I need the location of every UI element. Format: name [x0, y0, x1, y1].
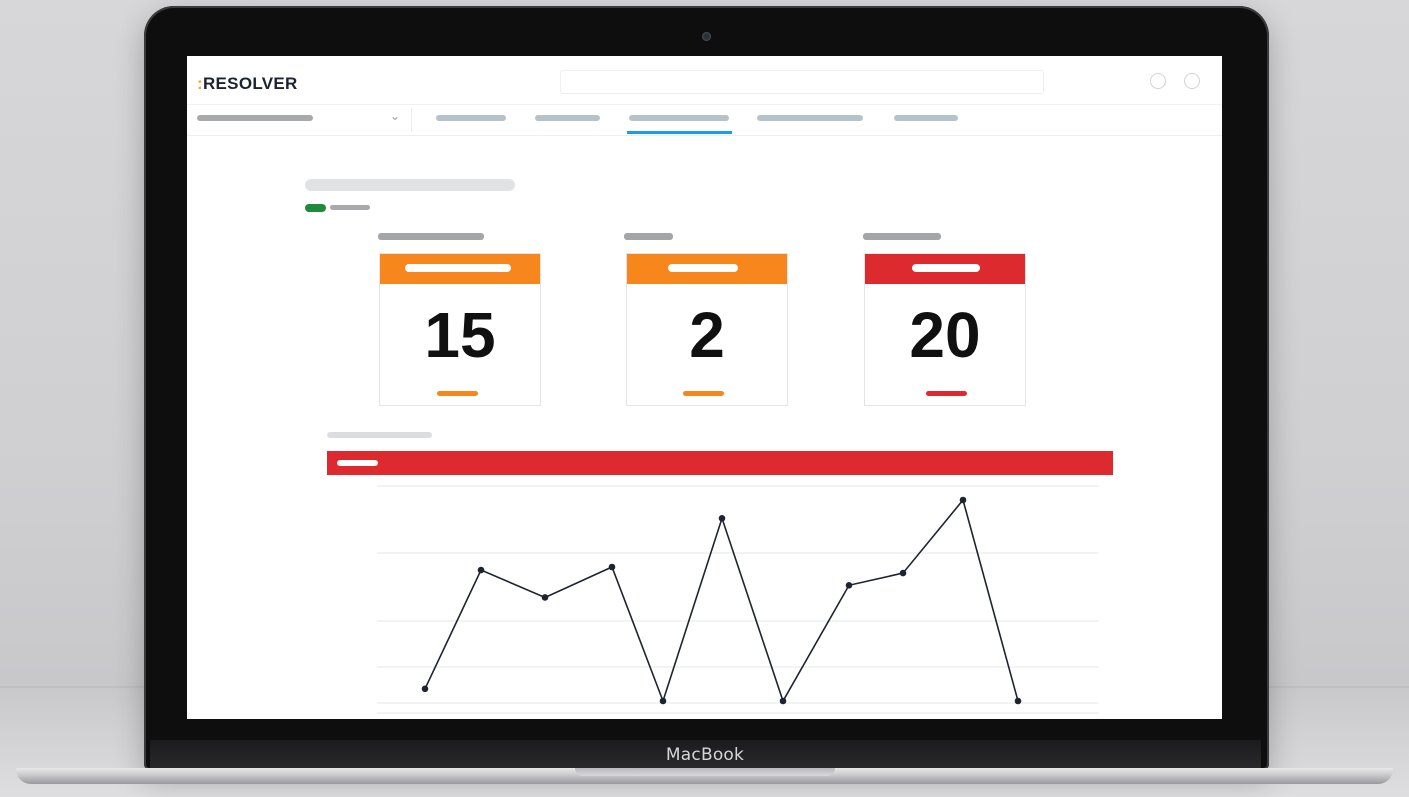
page-title: [305, 179, 515, 191]
card-header: [627, 254, 787, 284]
card-header-label: [912, 264, 980, 272]
card-value: 15: [424, 299, 496, 371]
card-indicator: [926, 391, 967, 396]
nav-bar: ⌄: [187, 104, 1222, 136]
data-point[interactable]: [899, 569, 907, 577]
circle-icon[interactable]: [1184, 73, 1200, 89]
card-header-label: [668, 264, 738, 272]
nav-tab[interactable]: [535, 115, 600, 121]
data-point[interactable]: [845, 581, 853, 589]
section-header-bar: [327, 451, 1113, 475]
card-header-label: [405, 264, 511, 272]
card-label: [378, 233, 484, 240]
status-label: [330, 205, 370, 210]
context-selector[interactable]: [197, 115, 313, 121]
chevron-down-icon[interactable]: ⌄: [390, 109, 400, 123]
nav-tab-active[interactable]: [629, 115, 729, 121]
line-chart: [377, 485, 1099, 714]
card-indicator: [437, 391, 478, 396]
data-point[interactable]: [718, 514, 726, 522]
nav-tab[interactable]: [436, 115, 506, 121]
laptop-brand: MacBook: [665, 745, 745, 765]
card-indicator: [683, 391, 724, 396]
data-point[interactable]: [779, 697, 787, 705]
data-point[interactable]: [608, 563, 616, 571]
card-value: 2: [689, 299, 725, 371]
section-header-label: [337, 460, 378, 466]
series-line: [424, 498, 1019, 704]
chart-points: [421, 496, 1022, 705]
nav-divider: [411, 108, 412, 132]
nav-tab[interactable]: [894, 115, 958, 121]
camera-icon: [702, 32, 711, 41]
status-badge: [305, 204, 326, 212]
app-screen: :RESOLVER ⌄ 15 2 20: [187, 56, 1222, 719]
data-point[interactable]: [421, 685, 429, 693]
data-point[interactable]: [1014, 697, 1022, 705]
circle-icon[interactable]: [1150, 73, 1166, 89]
nav-tab[interactable]: [757, 115, 863, 121]
data-point[interactable]: [477, 566, 485, 574]
card-label: [863, 233, 941, 240]
data-point[interactable]: [959, 496, 967, 504]
app-header: :RESOLVER: [187, 56, 1222, 104]
data-point[interactable]: [659, 697, 667, 705]
card-header: [865, 254, 1025, 284]
card-label: [624, 233, 673, 240]
app-logo[interactable]: :RESOLVER: [197, 74, 298, 94]
metric-card[interactable]: 20: [864, 253, 1026, 406]
logo-text: RESOLVER: [202, 74, 298, 93]
metric-card[interactable]: 2: [626, 253, 788, 406]
data-point[interactable]: [541, 594, 549, 601]
metric-card[interactable]: 15: [379, 253, 541, 406]
active-tab-indicator: [627, 131, 732, 134]
laptop-notch: [575, 768, 835, 776]
section-title: [327, 432, 432, 438]
search-input[interactable]: [560, 70, 1044, 94]
card-value: 20: [909, 299, 981, 371]
card-header: [380, 254, 540, 284]
